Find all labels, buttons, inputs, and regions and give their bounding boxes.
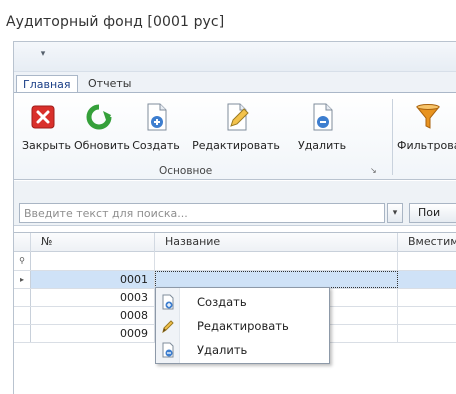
create-document-icon <box>162 294 174 310</box>
cell-number[interactable]: 0008 <box>31 307 155 324</box>
context-menu-item-edit[interactable]: Редактировать <box>156 314 329 338</box>
edit-pencil-icon <box>162 320 174 334</box>
quick-access-dropdown-icon[interactable]: ▾ <box>36 47 50 61</box>
row-indicator <box>14 289 31 306</box>
filter-cell-number[interactable] <box>31 252 155 270</box>
close-button[interactable]: Закрыть <box>22 101 71 152</box>
tab-home[interactable]: Главная <box>16 75 78 93</box>
group-launcher-icon[interactable]: ↘ <box>370 166 380 176</box>
filter-cell-name[interactable] <box>155 252 398 270</box>
filter-row: ⚲ <box>14 252 456 271</box>
filter-cell-capacity[interactable] <box>398 252 456 270</box>
indicator-header <box>14 233 31 252</box>
ribbon-tabs: Главная Отчеты <box>14 72 456 93</box>
search-input[interactable] <box>19 203 385 223</box>
filter-icon <box>415 104 441 129</box>
close-icon <box>31 105 55 129</box>
cell-capacity[interactable] <box>398 289 456 306</box>
filter-button-label: Фильтрова <box>397 139 456 151</box>
search-bar: ▾ Пои <box>14 181 456 226</box>
delete-document-icon <box>313 103 333 131</box>
column-header-name[interactable]: Название <box>155 233 398 252</box>
row-indicator <box>14 307 31 324</box>
context-menu-item-label: Редактировать <box>197 319 289 333</box>
delete-document-icon <box>162 342 174 358</box>
tab-reports[interactable]: Отчеты <box>82 75 137 93</box>
close-button-label: Закрыть <box>22 139 71 152</box>
quick-access-toolbar: ▾ <box>14 42 456 72</box>
row-indicator <box>14 325 31 342</box>
refresh-icon <box>86 104 112 130</box>
search-dropdown-button[interactable]: ▾ <box>387 203 403 223</box>
filter-icon: ⚲ <box>14 252 31 270</box>
delete-button[interactable]: Удалить <box>298 101 347 152</box>
window-title: Аудиторный фонд [0001 рус] <box>6 14 225 30</box>
ribbon-group-separator <box>392 99 393 175</box>
context-menu-item-label: Удалить <box>197 343 248 357</box>
filter-button[interactable]: Фильтрова <box>397 101 456 151</box>
grid-header: № Название Вместимос <box>14 233 456 252</box>
cell-number[interactable]: 0009 <box>31 325 155 342</box>
context-menu-item-label: Создать <box>197 295 247 309</box>
cell-capacity[interactable] <box>398 325 456 342</box>
cell-capacity[interactable] <box>398 271 456 288</box>
refresh-button-label: Обновить <box>74 139 130 152</box>
find-button[interactable]: Пои <box>409 203 456 223</box>
chevron-down-icon: ▾ <box>392 208 398 218</box>
column-header-capacity[interactable]: Вместимос <box>398 233 456 252</box>
context-menu: Создать Редактировать Удалить <box>155 287 330 364</box>
context-menu-item-create[interactable]: Создать <box>156 290 329 314</box>
context-menu-item-delete[interactable]: Удалить <box>156 338 329 362</box>
current-row-icon: ▸ <box>14 271 31 288</box>
cell-number[interactable]: 0003 <box>31 289 155 306</box>
create-button[interactable]: Создать <box>132 101 180 152</box>
edit-button-label: Редактировать <box>192 139 280 152</box>
create-document-icon <box>147 103 167 131</box>
create-button-label: Создать <box>132 139 180 152</box>
column-header-number[interactable]: № <box>31 233 155 252</box>
refresh-button[interactable]: Обновить <box>74 101 130 152</box>
delete-button-label: Удалить <box>298 139 347 152</box>
cell-capacity[interactable] <box>398 307 456 324</box>
edit-document-icon <box>227 103 249 131</box>
ribbon: Закрыть Обновить Создать Редактировать У… <box>14 92 456 180</box>
ribbon-group-label: Основное <box>159 165 213 177</box>
edit-button[interactable]: Редактировать <box>190 101 282 152</box>
cell-number[interactable]: 0001 <box>31 271 155 288</box>
cell-name[interactable] <box>155 271 398 288</box>
